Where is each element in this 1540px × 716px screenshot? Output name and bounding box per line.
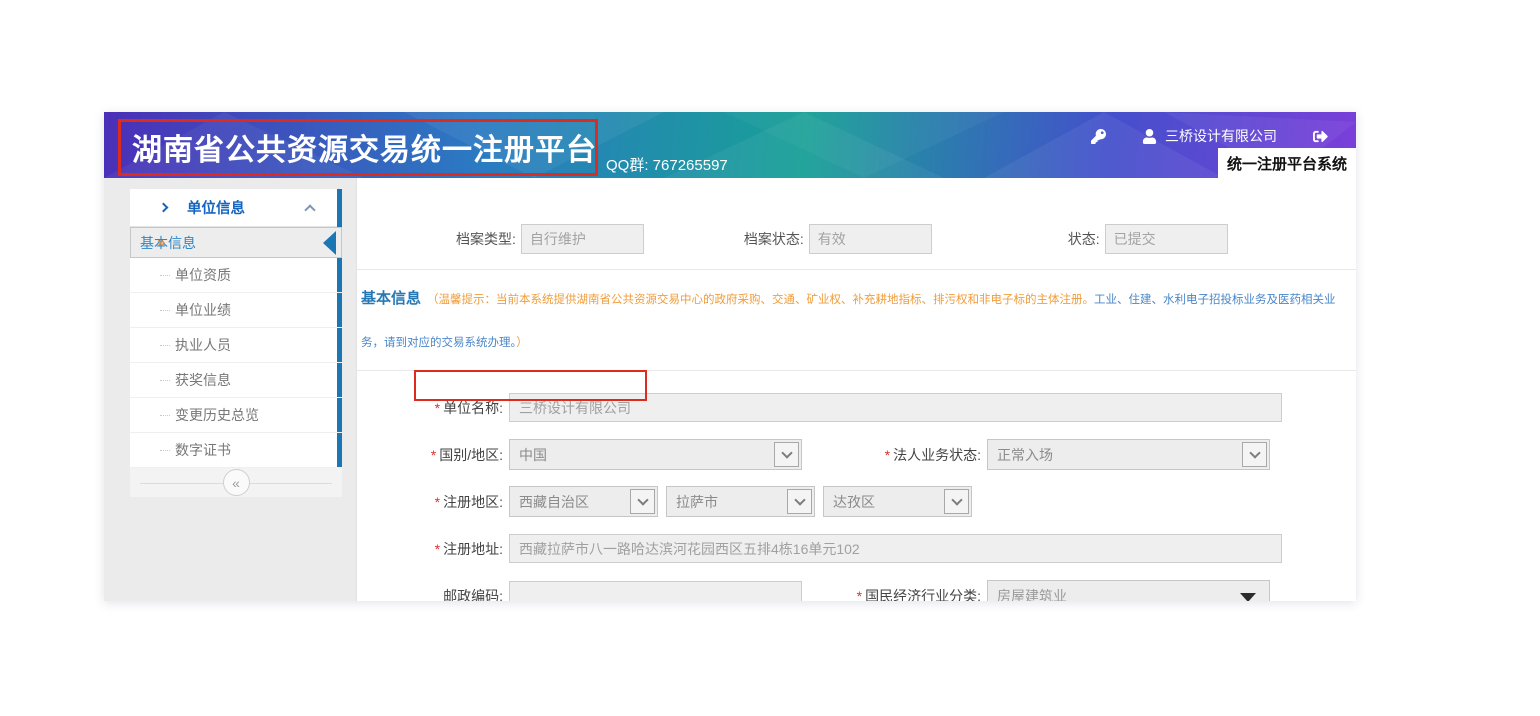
postal-code-label: 邮政编码:: [443, 588, 503, 602]
postal-code-field[interactable]: [509, 581, 802, 601]
logout-icon[interactable]: [1313, 129, 1328, 144]
required-asterisk: *: [435, 400, 440, 416]
city-value: 拉萨市: [676, 492, 718, 512]
sidebar-item-change-history[interactable]: 变更历史总览: [130, 398, 342, 433]
chevron-right-icon: [159, 203, 169, 213]
selected-marker-icon: [323, 231, 336, 255]
tree-guide: [160, 345, 170, 346]
sidebar-column: 单位信息 » 基本信息 单位资质 单位业绩: [104, 178, 356, 601]
archive-type-field[interactable]: [521, 224, 644, 254]
chevron-up-icon: [304, 204, 315, 215]
industry-label: 国民经济行业分类:: [865, 588, 981, 602]
sidebar-item-awards[interactable]: 获奖信息: [130, 363, 342, 398]
sidebar-item-label: 获奖信息: [175, 370, 231, 390]
district-value: 达孜区: [833, 492, 875, 512]
chevron-down-icon: [944, 489, 969, 514]
tree-guide: [160, 450, 170, 451]
country-value: 中国: [519, 445, 547, 465]
platform-title: 湖南省公共资源交易统一注册平台: [132, 125, 597, 169]
archive-meta-row: 档案类型: 档案状态: 状态:: [357, 224, 1356, 254]
chevron-down-icon: [630, 489, 655, 514]
reg-region-label: 注册地区:: [443, 494, 503, 510]
archive-status-label: 档案状态:: [744, 229, 804, 249]
required-asterisk: *: [857, 588, 862, 602]
reg-address-field[interactable]: [509, 534, 1282, 563]
user-company-name: 三桥设计有限公司: [1165, 126, 1277, 146]
basic-info-form: *单位名称: *国别/地区: 中国 *法人业务状态: 正常入场: [357, 371, 1356, 601]
header: 湖南省公共资源交易统一注册平台 QQ群: 767265597 三桥设计有限公司 …: [104, 112, 1356, 178]
required-asterisk: *: [435, 541, 440, 557]
archive-status-field[interactable]: [809, 224, 932, 254]
sidebar-item-label: 执业人员: [175, 335, 231, 355]
sidebar-item-label: 数字证书: [175, 440, 231, 460]
required-asterisk: *: [431, 447, 436, 463]
sidebar-item-digital-certificate[interactable]: 数字证书: [130, 433, 342, 468]
sidebar-item-unit-performance[interactable]: 单位业绩: [130, 293, 342, 328]
triangle-down-icon: [1240, 593, 1256, 601]
country-select[interactable]: 中国: [509, 439, 802, 470]
qq-group-label: QQ群: 767265597: [606, 154, 728, 175]
tree-guide: [160, 415, 170, 416]
sidebar-item-label: 变更历史总览: [175, 405, 259, 425]
form-row-postal-industry: 邮政编码: *国民经济行业分类: 房屋建筑业: [357, 572, 1356, 601]
sidebar-group-label: 单位信息: [187, 197, 306, 218]
sidebar-item-label: 单位业绩: [175, 300, 231, 320]
chevron-down-icon: [787, 489, 812, 514]
unit-name-field[interactable]: [509, 393, 1282, 422]
form-row-reg-region: *注册地区: 西藏自治区 拉萨市 达孜区: [357, 478, 1356, 525]
user-icon: [1142, 129, 1157, 144]
form-row-reg-address: *注册地址:: [357, 525, 1356, 572]
reg-region-district-select[interactable]: 达孜区: [823, 486, 972, 517]
sidebar-item-practitioners[interactable]: 执业人员: [130, 328, 342, 363]
tree-guide: [160, 310, 170, 311]
required-asterisk: *: [885, 447, 890, 463]
sidebar-item-label: 单位资质: [175, 265, 231, 285]
status-field[interactable]: [1105, 224, 1228, 254]
reg-region-city-select[interactable]: 拉萨市: [666, 486, 815, 517]
section-tip-orange: （温馨提示：当前本系统提供湖南省公共资源交易中心的政府采购、交通、矿业权、补充耕…: [427, 294, 1094, 306]
form-row-country: *国别/地区: 中国 *法人业务状态: 正常入场: [357, 431, 1356, 478]
industry-value: 房屋建筑业: [997, 586, 1067, 602]
double-chevron-icon: »: [157, 234, 165, 251]
section-tip-close: ）: [516, 337, 528, 349]
legal-status-select[interactable]: 正常入场: [987, 439, 1270, 470]
tree-guide: [160, 380, 170, 381]
sidebar: 单位信息 » 基本信息 单位资质 单位业绩: [130, 189, 342, 497]
archive-type-label: 档案类型:: [456, 229, 516, 249]
app-window: 湖南省公共资源交易统一注册平台 QQ群: 767265597 三桥设计有限公司 …: [104, 112, 1356, 601]
chevron-down-icon: [774, 442, 799, 467]
unit-name-label: 单位名称:: [443, 400, 503, 416]
industry-dropdown[interactable]: 房屋建筑业: [987, 580, 1270, 601]
form-row-unit-name: *单位名称:: [357, 384, 1356, 431]
sidebar-group-unit-info[interactable]: 单位信息: [130, 189, 342, 227]
sidebar-item-basic-info[interactable]: » 基本信息: [130, 227, 342, 258]
section-title: 基本信息: [361, 290, 421, 307]
tab-unified-registration-system[interactable]: 统一注册平台系统: [1218, 148, 1356, 178]
sidebar-collapse-row: «: [130, 468, 342, 497]
main-content: 档案类型: 档案状态: 状态: 基本信息 （温馨提示：当前本系统提供湖南省公共资源…: [356, 178, 1356, 601]
chevron-down-icon: [1242, 442, 1267, 467]
reg-address-label: 注册地址:: [443, 541, 503, 557]
sidebar-item-unit-qualification[interactable]: 单位资质: [130, 258, 342, 293]
required-asterisk: *: [435, 494, 440, 510]
legal-status-label: 法人业务状态:: [893, 447, 981, 463]
sidebar-collapse-button[interactable]: «: [223, 469, 250, 496]
reg-region-province-select[interactable]: 西藏自治区: [509, 486, 658, 517]
header-toolbar: 三桥设计有限公司: [1091, 123, 1328, 149]
tree-guide: [160, 275, 170, 276]
sidebar-item-label: 基本信息: [140, 233, 196, 253]
province-value: 西藏自治区: [519, 492, 589, 512]
country-label: 国别/地区:: [439, 447, 503, 463]
basic-info-section-header: 基本信息 （温馨提示：当前本系统提供湖南省公共资源交易中心的政府采购、交通、矿业权…: [357, 269, 1356, 371]
current-user[interactable]: 三桥设计有限公司: [1142, 126, 1277, 146]
key-icon[interactable]: [1091, 129, 1106, 144]
status-label: 状态:: [1068, 229, 1100, 249]
legal-status-value: 正常入场: [997, 445, 1053, 465]
